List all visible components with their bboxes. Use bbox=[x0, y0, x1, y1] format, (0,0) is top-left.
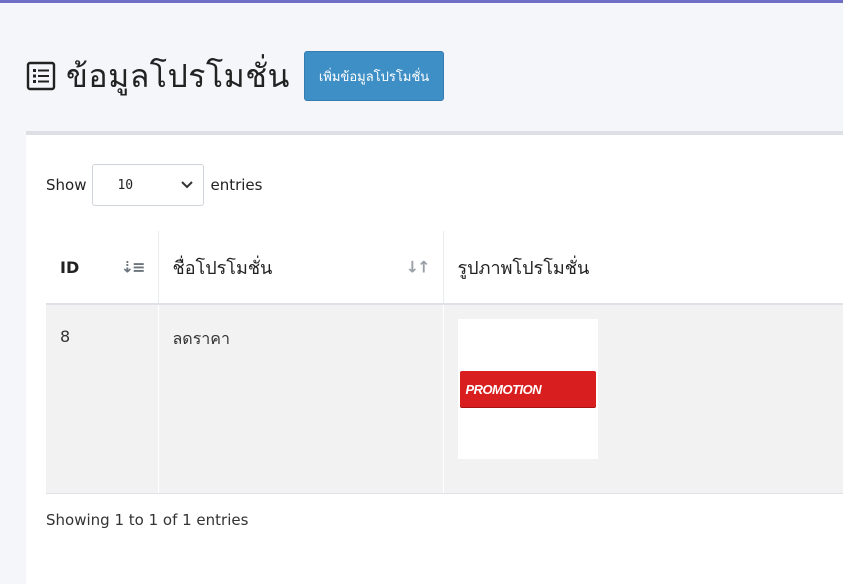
cell-id: 8 bbox=[46, 304, 159, 494]
show-label: Show bbox=[46, 176, 87, 194]
promotion-banner-text: PROMOTION bbox=[465, 381, 542, 397]
promotion-table-card: Show 10 entries ID ⇣≡ ชื่อโปรโมชั่น ↓↑ ร… bbox=[26, 131, 843, 584]
promotion-banner: PROMOTION bbox=[459, 371, 596, 407]
page-length-value: 10 bbox=[117, 177, 134, 193]
top-border bbox=[0, 0, 843, 3]
promotion-table: ID ⇣≡ ชื่อโปรโมชั่น ↓↑ รูปภาพโปรโมชั่น 8… bbox=[46, 231, 843, 494]
chevron-down-icon bbox=[181, 181, 194, 189]
cell-name: ลดราคา bbox=[158, 304, 444, 494]
content-header: ข้อมูลโปรโมชั่น เพิ่มข้อมูลโปรโมชั่น bbox=[26, 46, 445, 106]
page-length-select[interactable]: 10 bbox=[92, 164, 205, 206]
table-info: Showing 1 to 1 of 1 entries bbox=[46, 511, 249, 529]
cell-image: PROMOTION bbox=[443, 304, 843, 494]
page-title: ข้อมูลโปรโมชั่น bbox=[66, 56, 290, 95]
sort-descending-icon: ⇣≡ bbox=[120, 257, 146, 277]
column-header-image: รูปภาพโปรโมชั่น bbox=[443, 231, 843, 305]
sort-both-icon: ↓↑ bbox=[405, 257, 431, 277]
column-header-name[interactable]: ชื่อโปรโมชั่น ↓↑ bbox=[158, 231, 444, 305]
promotion-image: PROMOTION bbox=[457, 319, 598, 459]
column-header-id[interactable]: ID ⇣≡ bbox=[46, 231, 159, 305]
add-promotion-button[interactable]: เพิ่มข้อมูลโปรโมชั่น bbox=[303, 51, 445, 101]
table-row: 8 ลดราคา PROMOTION bbox=[46, 304, 843, 494]
entries-label: entries bbox=[210, 176, 263, 194]
list-icon bbox=[26, 61, 56, 91]
table-header-row: ID ⇣≡ ชื่อโปรโมชั่น ↓↑ รูปภาพโปรโมชั่น bbox=[46, 231, 843, 305]
page-length-control: Show 10 entries bbox=[46, 163, 262, 207]
